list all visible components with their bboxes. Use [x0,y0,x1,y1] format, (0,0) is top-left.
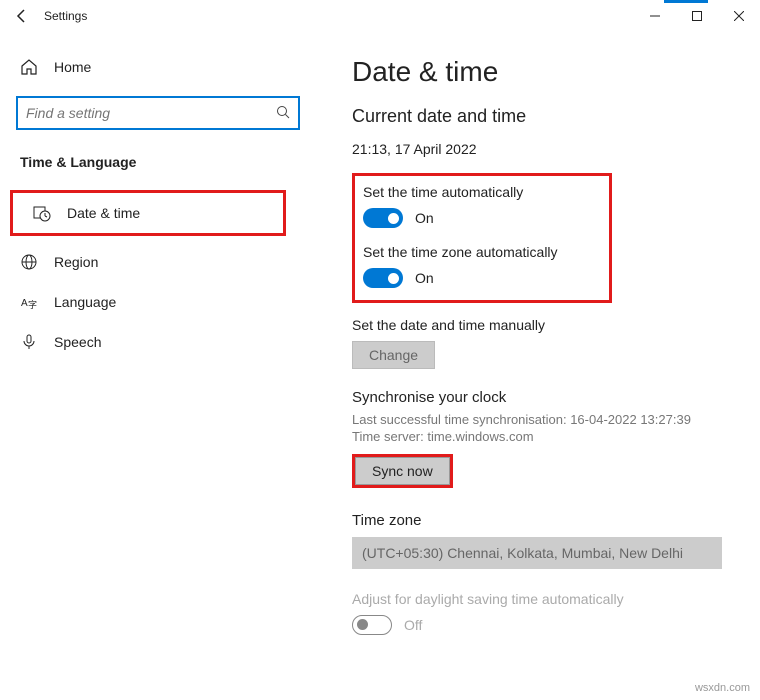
auto-time-toggle[interactable] [363,208,403,228]
nav-label: Speech [54,334,101,350]
daylight-state: Off [404,617,422,633]
back-button[interactable] [8,2,36,30]
accent-indicator [664,0,708,3]
home-nav[interactable]: Home [0,48,316,86]
search-icon [276,105,290,122]
daylight-label: Adjust for daylight saving time automati… [352,591,724,607]
watermark: wsxdn.com [695,682,750,694]
daylight-toggle [352,615,392,635]
page-title: Date & time [352,56,724,88]
search-box[interactable] [16,96,300,130]
auto-tz-label: Set the time zone automatically [363,244,597,260]
sidebar-item-speech[interactable]: Speech [0,322,316,362]
section-current: Current date and time [352,106,724,127]
category-header: Time & Language [0,140,316,184]
globe-icon [20,253,38,271]
nav-label: Date & time [67,205,140,221]
sidebar-item-date-time[interactable]: Date & time [10,190,286,236]
auto-time-label: Set the time automatically [363,184,597,200]
auto-tz-state: On [415,270,434,286]
clock-calendar-icon [33,204,51,222]
sidebar-item-region[interactable]: Region [0,242,316,282]
svg-text:字: 字 [28,299,37,310]
language-icon: A字 [20,293,38,311]
sync-title: Synchronise your clock [352,389,724,406]
minimize-button[interactable] [634,2,676,30]
highlight-sync-button: Sync now [352,454,453,488]
sync-last: Last successful time synchronisation: 16… [352,412,724,427]
tz-title: Time zone [352,512,724,529]
home-icon [20,58,38,76]
microphone-icon [20,333,38,351]
window-controls [634,2,760,30]
home-label: Home [54,59,91,75]
sidebar: Home Time & Language Date & time Region … [0,32,316,700]
nav-label: Region [54,254,98,270]
sidebar-item-language[interactable]: A字 Language [0,282,316,322]
window-title: Settings [44,9,87,23]
auto-tz-toggle[interactable] [363,268,403,288]
auto-time-state: On [415,210,434,226]
current-datetime: 21:13, 17 April 2022 [352,141,724,157]
content-pane: Date & time Current date and time 21:13,… [316,32,760,700]
maximize-button[interactable] [676,2,718,30]
titlebar: Settings [0,0,760,32]
svg-text:A: A [21,298,28,309]
change-button: Change [352,341,435,369]
tz-select: (UTC+05:30) Chennai, Kolkata, Mumbai, Ne… [352,537,722,569]
sync-server: Time server: time.windows.com [352,429,724,444]
manual-label: Set the date and time manually [352,317,724,333]
close-button[interactable] [718,2,760,30]
nav-label: Language [54,294,116,310]
search-input[interactable] [26,105,276,121]
sync-now-button[interactable]: Sync now [355,457,450,485]
highlight-auto-settings: Set the time automatically On Set the ti… [352,173,612,303]
